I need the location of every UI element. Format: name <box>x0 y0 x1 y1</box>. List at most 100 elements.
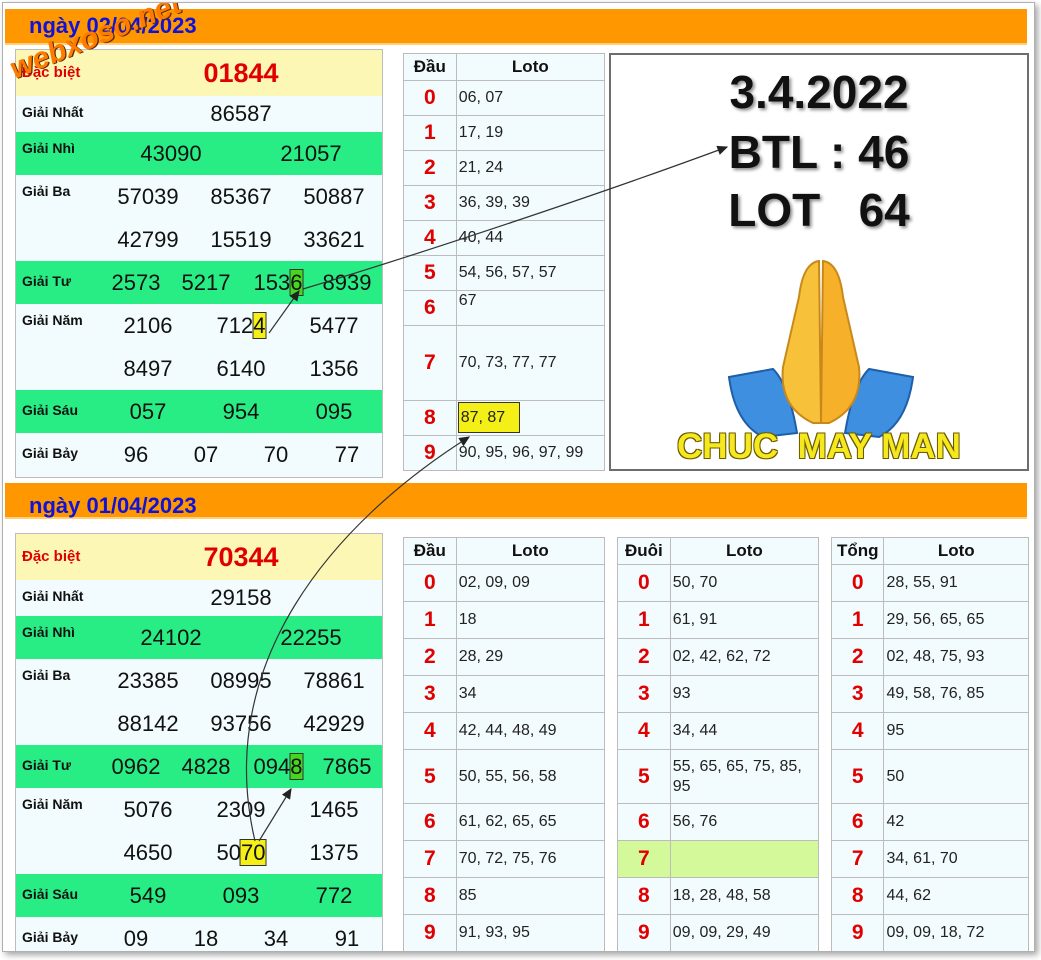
loto-values: 49, 58, 76, 85 <box>883 675 1029 713</box>
head-digit: 6 <box>403 803 457 841</box>
sum-digit: 1 <box>830 601 885 639</box>
loto-values: 50, 70 <box>669 564 820 602</box>
table-row: 7 70, 72, 75, 76 <box>403 840 606 878</box>
lottery-results-page: ngày 02/04/2023 Đặc biệt 01844 Giải Nhất… <box>2 2 1035 952</box>
prize-number: 85367 <box>210 184 272 209</box>
prize-number: 5076 <box>123 797 173 822</box>
prize-number: 43090 <box>140 141 202 166</box>
loto-values: 40, 44 <box>455 220 606 256</box>
prize-number: 09 <box>123 926 149 951</box>
table-row: 0 06, 07 <box>403 80 606 116</box>
loto-values: 85 <box>455 877 606 915</box>
head-digit: 8 <box>403 400 457 436</box>
loto-values: 70, 72, 75, 76 <box>455 840 606 878</box>
loto-header: Loto <box>455 53 606 81</box>
sum-digit: 0 <box>830 564 885 602</box>
prize-number: 0962 <box>111 754 161 779</box>
tail-digit: 5 <box>617 749 671 804</box>
prize-number-prefix: 712 <box>216 313 254 338</box>
prize-number: 08995 <box>210 668 272 693</box>
prize-number: 8939 <box>322 270 372 295</box>
fifth-label: Giải Năm <box>22 312 83 328</box>
prize-number: 4650 <box>123 840 173 865</box>
fifth-label: Giải Năm <box>22 796 83 812</box>
head-digit: 6 <box>403 290 457 326</box>
head-digit: 4 <box>403 220 457 256</box>
sixth-label: Giải Sáu <box>22 886 79 902</box>
day2-dau-table: Đầu Loto 0 02, 09, 09 1 18 2 28, 29 3 34 4 42… <box>403 537 606 951</box>
loto-values: 36, 39, 39 <box>455 185 606 221</box>
table-row: 2 02, 48, 75, 93 <box>830 638 1029 676</box>
head-digit: 0 <box>403 80 457 116</box>
head-digit: 1 <box>403 115 457 151</box>
seventh-label: Giải Bảy <box>22 929 79 945</box>
day2-third-row: Giải Ba 23385 08995 78861 88142 93756 42… <box>16 659 382 745</box>
prize-number: 5070 <box>217 839 267 866</box>
prize-number: 24102 <box>140 625 202 650</box>
tail-digit: 6 <box>617 803 671 841</box>
prize-number: 34 <box>263 926 289 951</box>
table-row: 4 34, 44 <box>617 712 820 750</box>
table-row: 2 21, 24 <box>403 150 606 186</box>
head-digit: 7 <box>403 325 457 401</box>
table-row: 1 17, 19 <box>403 115 606 151</box>
loto-values: 21, 24 <box>455 150 606 186</box>
loto-values: 56, 76 <box>669 803 820 841</box>
prize-number: 23385 <box>117 668 179 693</box>
second-label: Giải Nhì <box>22 624 75 640</box>
loto-values: 90, 95, 96, 97, 99 <box>455 435 606 471</box>
table-row: 6 56, 76 <box>617 803 820 841</box>
fourth-label: Giải Tư <box>22 757 72 773</box>
tong-header: Tổng <box>830 537 885 565</box>
prize-number: 1356 <box>309 356 359 381</box>
prize-number: 772 <box>315 883 353 908</box>
day2-title: ngày 01/04/2023 <box>29 493 197 518</box>
day1-results-table: Đặc biệt 01844 Giải Nhất 86587 Giải Nhì … <box>15 49 383 478</box>
loto-values: 50 <box>883 749 1029 804</box>
loto-values <box>669 840 820 878</box>
table-row: 7 34, 61, 70 <box>830 840 1029 878</box>
table-row: 7 <box>617 840 820 878</box>
table-row: 8 87, 87 <box>403 400 606 436</box>
day1-third-row: Giải Ba 57039 85367 50887 42799 15519 33… <box>16 175 382 261</box>
fourth-label: Giải Tư <box>22 273 72 289</box>
prize-number: 5477 <box>309 313 359 338</box>
table-row: 9 91, 93, 95 <box>403 914 606 951</box>
loto-values: 61, 91 <box>669 601 820 639</box>
loto-values: 02, 09, 09 <box>455 564 606 602</box>
sum-digit: 9 <box>830 914 885 951</box>
highlighted-digit: 4 <box>252 312 267 339</box>
table-row: 6 42 <box>830 803 1029 841</box>
day2-tong-table: Tổng Loto 0 28, 55, 91 1 29, 56, 65, 65 20… <box>830 537 1029 951</box>
prediction-image: 3.4.2022 BTL : 46 LOT 64 CHUC MAY MAN <box>609 53 1029 471</box>
prediction-footer: CHUC MAY MAN <box>677 427 961 466</box>
prize-number: 78861 <box>303 668 365 693</box>
day2-first-row: Giải Nhất 29158 <box>16 580 382 616</box>
prize-number: 057 <box>129 399 167 424</box>
special-label: Đặc biệt <box>22 548 81 565</box>
prize-number: 93756 <box>210 711 272 736</box>
table-row: 0 28, 55, 91 <box>830 564 1029 602</box>
first-label: Giải Nhất <box>22 588 84 604</box>
loto-values: 42, 44, 48, 49 <box>455 712 606 750</box>
table-row: 3 49, 58, 76, 85 <box>830 675 1029 713</box>
tail-digit: 0 <box>617 564 671 602</box>
head-digit: 3 <box>403 185 457 221</box>
prize-number-prefix: 153 <box>253 270 291 295</box>
second-label: Giải Nhì <box>22 140 75 156</box>
prize-number: 57039 <box>117 184 179 209</box>
head-digit: 7 <box>403 840 457 878</box>
special-number: 70344 <box>203 542 279 572</box>
head-digit: 4 <box>403 712 457 750</box>
sum-digit: 4 <box>830 712 885 750</box>
day2-header-bar: ngày 01/04/2023 <box>5 483 1027 519</box>
table-row: 3 93 <box>617 675 820 713</box>
prize-number: 954 <box>222 399 260 424</box>
sum-digit: 6 <box>830 803 885 841</box>
sum-digit: 3 <box>830 675 885 713</box>
loto-values: 34 <box>455 675 606 713</box>
tail-digit: 7 <box>617 840 671 878</box>
loto-values: 06, 07 <box>455 80 606 116</box>
sum-digit: 5 <box>830 749 885 804</box>
head-digit: 1 <box>403 601 457 639</box>
